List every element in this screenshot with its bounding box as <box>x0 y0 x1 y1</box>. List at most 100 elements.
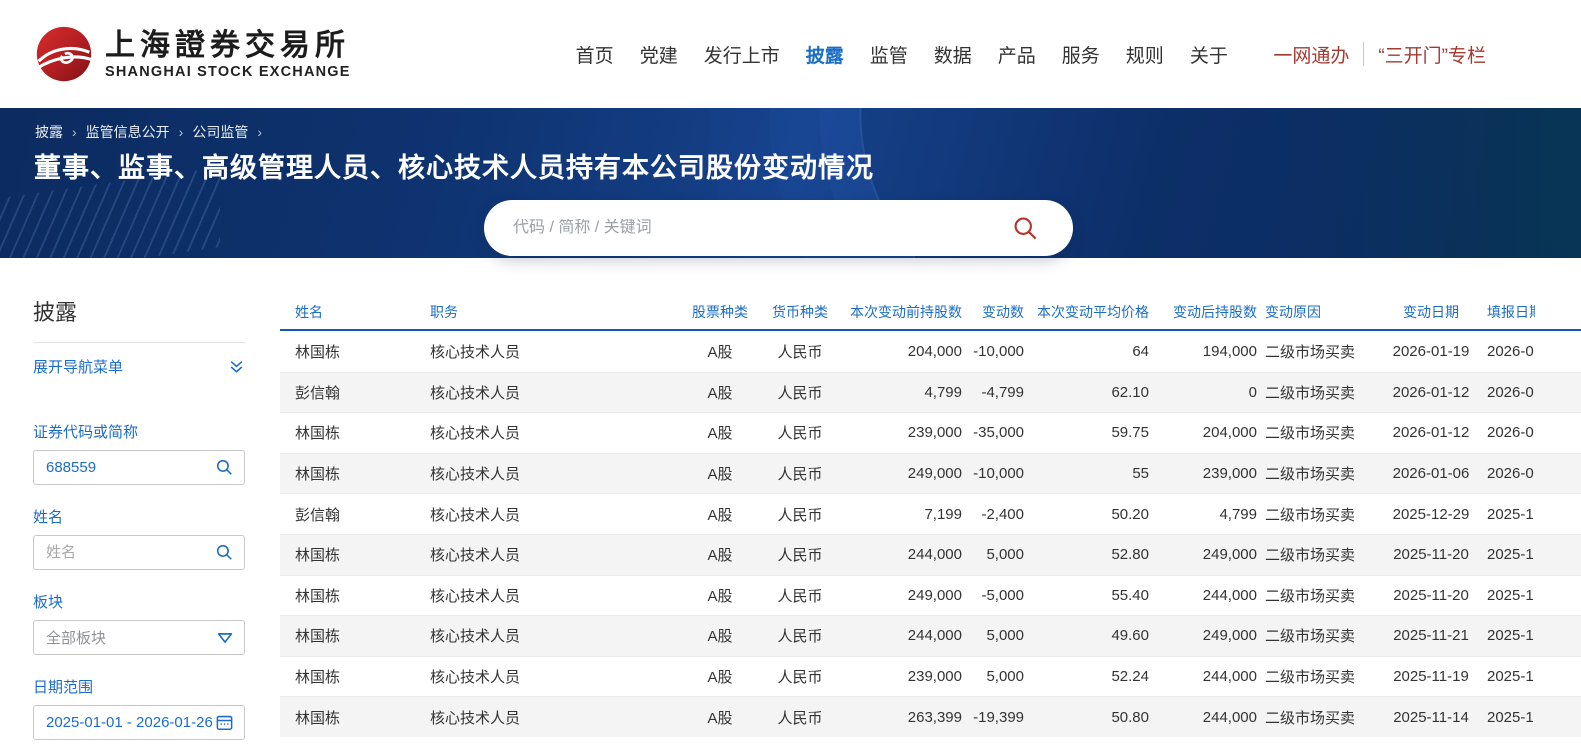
table-cell: 人民币 <box>760 666 840 687</box>
table-cell: 林国栋 <box>280 666 415 687</box>
table-cell: 5,000 <box>970 627 1032 644</box>
link-gov-service[interactable]: 一网通办 <box>1273 41 1349 68</box>
table-cell: 二级市场买卖 <box>1265 707 1375 728</box>
table-cell: 2026-01-19 <box>1375 343 1487 360</box>
column-header: 变动数 <box>970 302 1032 322</box>
page-title: 董事、监事、高级管理人员、核心技术人员持有本公司股份变动情况 <box>34 146 874 185</box>
expand-nav-menu-label: 展开导航菜单 <box>33 356 123 377</box>
table-cell: -35,000 <box>970 424 1032 441</box>
table-cell: -4,799 <box>970 384 1032 401</box>
top-links: 一网通办 “三开门”专栏 <box>1273 41 1486 68</box>
table-cell: 二级市场买卖 <box>1265 422 1375 443</box>
table-cell: 2026-01-12 <box>1375 384 1487 401</box>
table-cell: 2025-11-19 <box>1375 668 1487 685</box>
breadcrumb-link[interactable]: 监管信息公开 <box>86 124 170 140</box>
board-select[interactable]: 全部板块 <box>33 620 245 655</box>
table-row: 林国栋核心技术人员A股人民币239,000-35,00059.75204,000… <box>280 412 1581 453</box>
table-cell: 50.20 <box>1032 506 1157 523</box>
table-cell: 55 <box>1032 465 1157 482</box>
nav-item-1[interactable]: 党建 <box>640 41 678 68</box>
table-cell: 2025-11-20 <box>1375 587 1487 604</box>
nav-item-6[interactable]: 产品 <box>998 41 1036 68</box>
double-chevron-down-icon <box>228 359 245 375</box>
breadcrumb: 披露›监管信息公开›公司监管› <box>35 122 271 142</box>
table-cell: 2025-12-29 <box>1375 506 1487 523</box>
table-cell: 二级市场买卖 <box>1265 341 1375 362</box>
table-cell: 彭信翰 <box>280 382 415 403</box>
table-cell: 林国栋 <box>280 707 415 728</box>
table-cell: 244,000 <box>1157 668 1265 685</box>
expand-nav-menu[interactable]: 展开导航菜单 <box>33 356 245 377</box>
table-cell: 52.24 <box>1032 668 1157 685</box>
table-header-row: 姓名职务股票种类货币种类本次变动前持股数变动数本次变动平均价格变动后持股数变动原… <box>280 295 1581 331</box>
table-cell: 二级市场买卖 <box>1265 666 1375 687</box>
table-cell: 194,000 <box>1157 343 1265 360</box>
link-sankaimen-column[interactable]: “三开门”专栏 <box>1378 41 1486 68</box>
table-cell: A股 <box>680 382 760 403</box>
table-cell: 64 <box>1032 343 1157 360</box>
table-cell: 62.10 <box>1032 384 1157 401</box>
table-cell: 人民币 <box>760 707 840 728</box>
table-cell: 核心技术人员 <box>415 463 680 484</box>
table-cell: 人民币 <box>760 544 840 565</box>
table-cell: 林国栋 <box>280 544 415 565</box>
table-cell: A股 <box>680 666 760 687</box>
table-cell: 彭信翰 <box>280 504 415 525</box>
nav-item-9[interactable]: 关于 <box>1190 41 1228 68</box>
column-header: 本次变动平均价格 <box>1032 302 1157 322</box>
table-cell: 人民币 <box>760 463 840 484</box>
sse-logo-icon <box>35 25 93 83</box>
table-cell: 55.40 <box>1032 587 1157 604</box>
table-cell: 2026-0 <box>1487 465 1535 482</box>
table-cell: A股 <box>680 463 760 484</box>
table-cell: 核心技术人员 <box>415 382 680 403</box>
table-cell: 263,399 <box>840 709 970 726</box>
table-cell: 239,000 <box>840 424 970 441</box>
table-cell: 2025-11-14 <box>1375 709 1487 726</box>
breadcrumb-link[interactable]: 公司监管 <box>192 124 248 140</box>
nav-item-8[interactable]: 规则 <box>1126 41 1164 68</box>
code-search-icon[interactable] <box>215 458 234 477</box>
sse-logo[interactable]: 上海證券交易所 SHANGHAI STOCK EXCHANGE <box>35 25 351 83</box>
table-cell: A股 <box>680 585 760 606</box>
date-range-value: 2025-01-01 - 2026-01-26 <box>46 714 215 731</box>
table-cell: 5,000 <box>970 546 1032 563</box>
global-search-input[interactable] <box>484 219 1012 237</box>
code-filter-input[interactable] <box>46 459 215 476</box>
code-filter-field <box>33 450 245 485</box>
table-cell: 二级市场买卖 <box>1265 382 1375 403</box>
table-row: 林国栋核心技术人员A股人民币244,0005,00052.80249,000二级… <box>280 534 1581 575</box>
breadcrumb-separator: › <box>72 124 77 140</box>
table-cell: 核心技术人员 <box>415 585 680 606</box>
date-range-field[interactable]: 2025-01-01 - 2026-01-26 <box>33 705 245 740</box>
table-cell: 2026-01-06 <box>1375 465 1487 482</box>
table-cell: 52.80 <box>1032 546 1157 563</box>
nav-item-5[interactable]: 数据 <box>934 41 972 68</box>
name-filter-field <box>33 535 245 570</box>
table-cell: A股 <box>680 625 760 646</box>
name-filter-input[interactable] <box>46 544 215 561</box>
table-cell: 239,000 <box>840 668 970 685</box>
nav-item-7[interactable]: 服务 <box>1062 41 1100 68</box>
table-cell: 核心技术人员 <box>415 707 680 728</box>
nav-item-3[interactable]: 披露 <box>806 41 844 68</box>
calendar-icon[interactable] <box>215 713 234 732</box>
table-cell: 二级市场买卖 <box>1265 504 1375 525</box>
nav-item-0[interactable]: 首页 <box>576 41 614 68</box>
table-cell: 249,000 <box>1157 627 1265 644</box>
table-cell: 核心技术人员 <box>415 341 680 362</box>
nav-item-2[interactable]: 发行上市 <box>704 41 780 68</box>
search-icon[interactable] <box>1012 215 1039 242</box>
table-cell: 林国栋 <box>280 422 415 443</box>
sidebar-title: 披露 <box>33 295 245 327</box>
sidebar: 披露 展开导航菜单 证券代码或简称 姓名 <box>33 295 245 746</box>
main-nav: 首页党建发行上市披露监管数据产品服务规则关于 <box>576 41 1228 68</box>
nav-item-4[interactable]: 监管 <box>870 41 908 68</box>
table-cell: 204,000 <box>1157 424 1265 441</box>
table-cell: 5,000 <box>970 668 1032 685</box>
table-cell: 244,000 <box>1157 587 1265 604</box>
breadcrumb-link[interactable]: 披露 <box>35 124 63 140</box>
column-header: 填报日期 <box>1487 302 1535 322</box>
name-search-icon[interactable] <box>215 543 234 562</box>
column-header: 职务 <box>415 302 680 322</box>
